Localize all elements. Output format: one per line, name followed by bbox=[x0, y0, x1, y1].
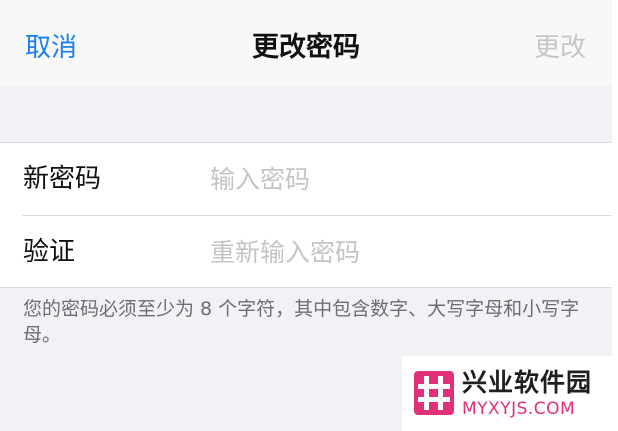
watermark: 兴业软件园 MYXYJS.COM bbox=[402, 356, 618, 431]
password-requirements-note: 您的密码必须至少为 8 个字符，其中包含数字、大写字母和小写字母。 bbox=[23, 298, 580, 346]
page-title: 更改密码 bbox=[252, 32, 360, 63]
password-form: 新密码 验证 bbox=[0, 142, 612, 288]
watermark-subtitle: MYXYJS.COM bbox=[462, 399, 576, 419]
new-password-input[interactable] bbox=[207, 157, 593, 201]
verify-password-label: 验证 bbox=[23, 237, 76, 267]
change-button[interactable]: 更改 bbox=[534, 30, 586, 66]
new-password-row[interactable]: 新密码 bbox=[0, 143, 612, 215]
verify-password-input[interactable] bbox=[207, 230, 593, 274]
watermark-title: 兴业软件园 bbox=[462, 368, 593, 397]
verify-password-row[interactable]: 验证 bbox=[0, 216, 612, 288]
new-password-label: 新密码 bbox=[23, 164, 102, 194]
hash-logo-icon bbox=[414, 371, 454, 415]
navigation-bar: 取消 更改密码 更改 bbox=[0, 0, 612, 86]
